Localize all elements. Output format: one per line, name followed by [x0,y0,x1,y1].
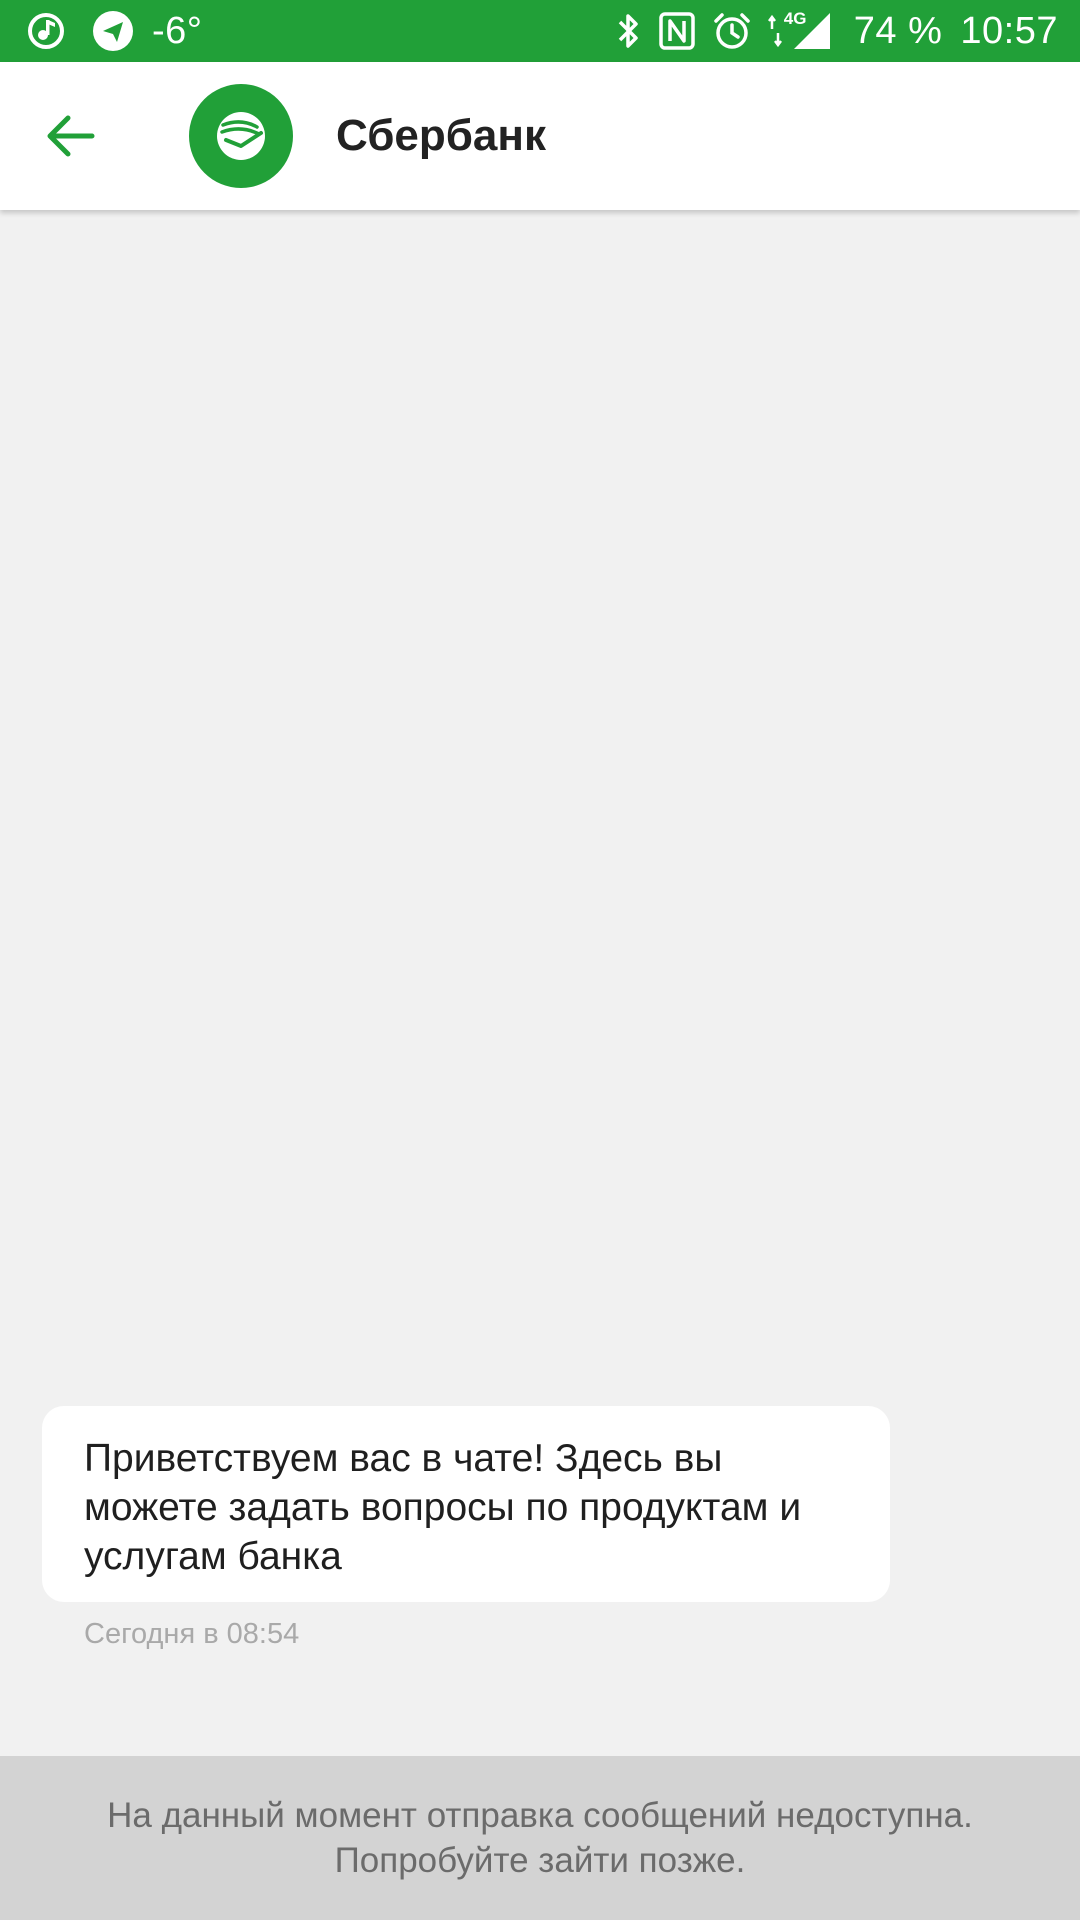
battery-text: 74 % [853,9,943,52]
status-bar-left: -6° [26,0,202,62]
avatar[interactable] [189,84,293,188]
temperature-text: -6° [152,9,203,52]
back-button[interactable] [30,96,110,176]
sberbank-logo-icon [213,108,269,164]
app-bar: Сбербанк [0,62,1080,210]
notice-line-1: На данный момент отправка сообщений недо… [107,1796,973,1835]
signal-icon: 4G [767,9,834,51]
network-type-text: 4G [783,9,807,28]
clock-text: 10:57 [960,9,1058,52]
alarm-icon [712,11,752,51]
message-timestamp: Сегодня в 08:54 [84,1618,300,1650]
arrow-left-icon [44,113,96,159]
message-text: Приветствуем вас в чате! Здесь вы можете… [84,1437,802,1578]
status-bar: -6° 4G 74 % 10:57 [0,0,1080,62]
telegram-icon [92,10,134,52]
music-icon [26,11,66,51]
chat-title: Сбербанк [336,111,546,160]
message-bubble: Приветствуем вас в чате! Здесь вы можете… [42,1406,890,1602]
status-bar-right: 4G 74 % 10:57 [616,0,1058,62]
notice-line-2: Попробуйте зайти позже. [334,1841,746,1880]
nfc-icon [658,11,696,51]
bluetooth-icon [616,11,642,51]
messaging-unavailable-notice: На данный момент отправка сообщений недо… [0,1756,1080,1920]
